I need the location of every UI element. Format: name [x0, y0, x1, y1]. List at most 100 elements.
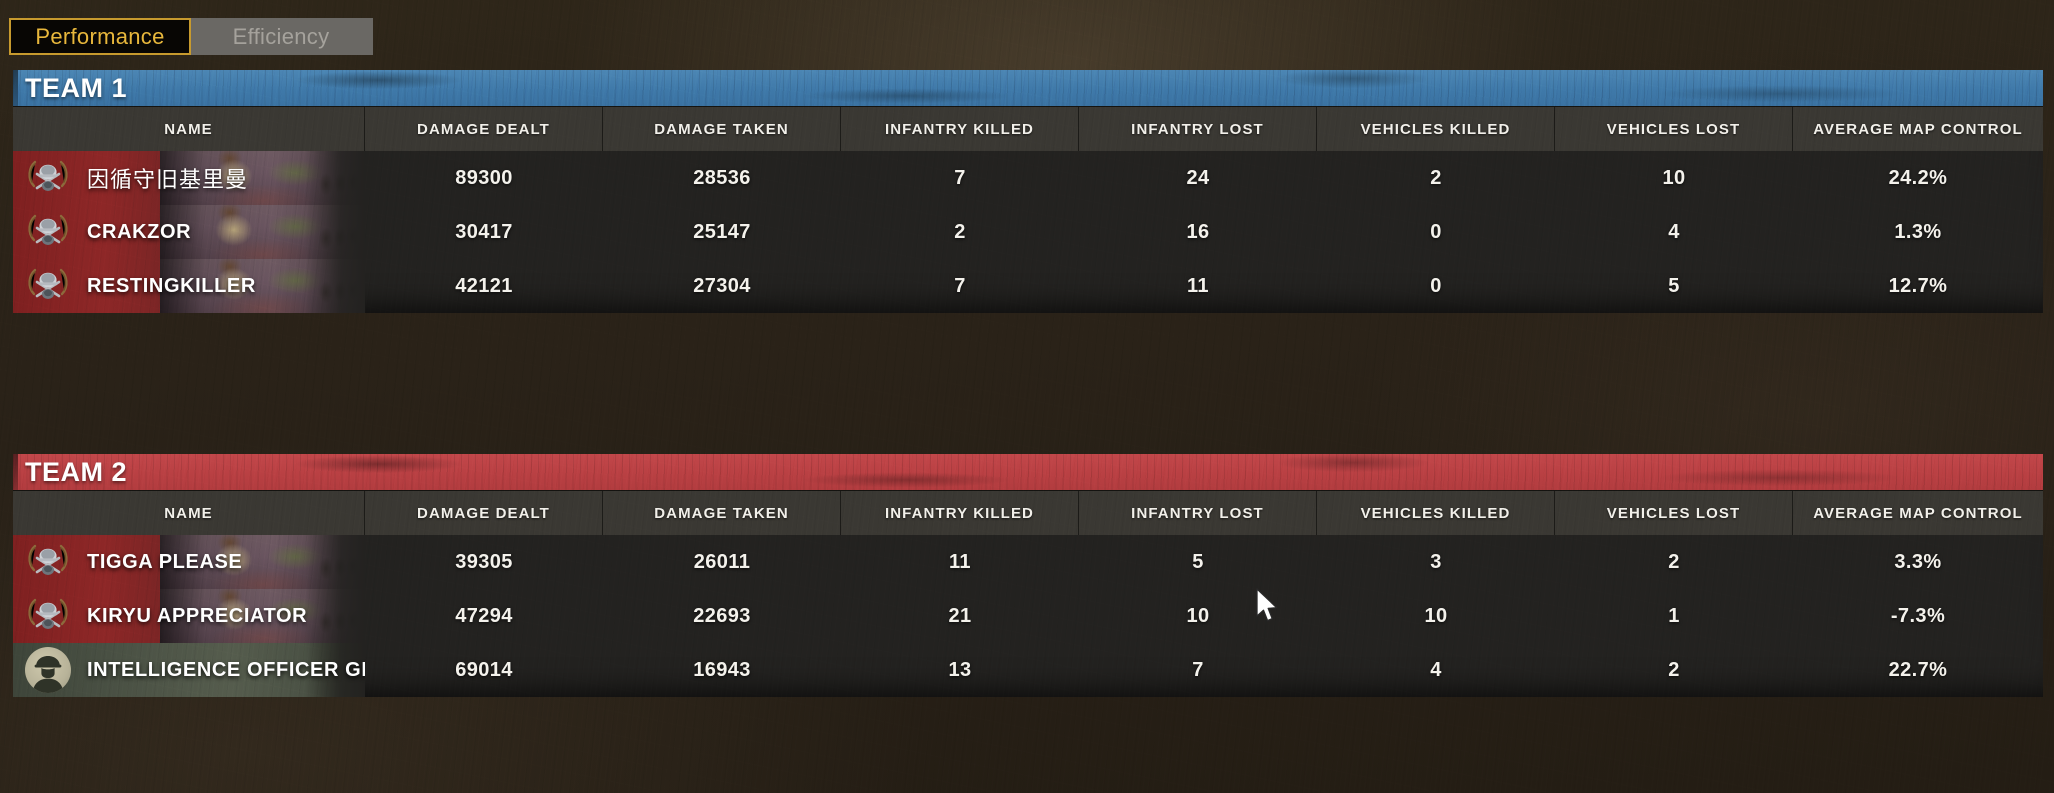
column-header-vehicles-lost[interactable]: VEHICLES LOST: [1555, 107, 1793, 151]
stat-average-map-control: -7.3%: [1890, 604, 1946, 627]
column-header-damage-dealt[interactable]: DAMAGE DEALT: [365, 107, 603, 151]
player-name: CRAKZOR: [87, 220, 192, 243]
player-name-cell[interactable]: KIRYU APPRECIATOR: [13, 589, 365, 643]
stat-damage-dealt: 39305: [455, 550, 513, 573]
rank-insignia-icon: [25, 209, 71, 255]
player-name-cell[interactable]: 因循守旧基里曼: [13, 151, 365, 205]
team-2-title: TEAM 2: [25, 456, 128, 487]
team-1-title: TEAM 1: [25, 72, 128, 103]
stat-average-map-control: 24.2%: [1888, 166, 1948, 189]
column-header-average-map-control[interactable]: AVERAGE MAP CONTROL: [1793, 107, 2043, 151]
column-header-vehicles-killed[interactable]: VEHICLES KILLED: [1317, 491, 1555, 535]
column-header-vehicles-killed[interactable]: VEHICLES KILLED: [1317, 107, 1555, 151]
column-header-vehicles-lost[interactable]: VEHICLES LOST: [1555, 491, 1793, 535]
player-name-cell[interactable]: TIGGA PLEASE: [13, 535, 365, 589]
table-row[interactable]: 因循守旧基里曼 89300 28536 7 24 2 10 24.2%: [13, 151, 2043, 205]
stat-vehicles-killed: 2: [1430, 166, 1442, 189]
stat-vehicles-lost: 2: [1668, 550, 1680, 573]
stat-infantry-killed: 7: [954, 166, 966, 189]
stat-damage-taken: 28536: [693, 166, 751, 189]
column-header-damage-taken[interactable]: DAMAGE TAKEN: [603, 491, 841, 535]
stat-damage-dealt: 89300: [455, 166, 513, 189]
stat-vehicles-lost: 2: [1668, 658, 1680, 681]
team-2-banner: TEAM 2: [13, 454, 2043, 490]
tab-efficiency-label: Efficiency: [232, 23, 330, 49]
team-1-section: TEAM 1 NAME DAMAGE DEALT DAMAGE TAKEN INFAN…: [0, 70, 2054, 313]
column-header-infantry-lost[interactable]: INFANTRY LOST: [1079, 491, 1317, 535]
table-row[interactable]: CRAKZOR 30417 25147 2 16 0 4 1.3%: [13, 205, 2043, 259]
stat-infantry-killed: 7: [954, 274, 966, 297]
stat-vehicles-lost: 5: [1668, 274, 1680, 297]
stat-infantry-lost: 10: [1186, 604, 1210, 627]
team-2-section: TEAM 2 NAME DAMAGE DEALT DAMAGE TAKEN INFAN…: [0, 454, 2054, 697]
stat-vehicles-lost: 4: [1668, 220, 1680, 243]
stat-average-map-control: 12.7%: [1888, 274, 1948, 297]
team-1-rows: 因循守旧基里曼 89300 28536 7 24 2 10 24.2% CRAKZOR 3041…: [13, 151, 2043, 313]
tab-performance-label: Performance: [35, 23, 165, 49]
stat-damage-taken: 25147: [693, 220, 751, 243]
stat-damage-taken: 16943: [693, 658, 751, 681]
column-header-name[interactable]: NAME: [13, 107, 365, 151]
stat-infantry-lost: 5: [1192, 550, 1204, 573]
stat-vehicles-killed: 3: [1430, 550, 1442, 573]
stat-infantry-lost: 7: [1192, 658, 1204, 681]
plate-fade: [305, 535, 365, 589]
soldier-avatar-icon: [25, 647, 71, 693]
plate-fade: [305, 205, 365, 259]
rank-insignia-icon: [25, 263, 71, 309]
stat-damage-taken: 22693: [693, 604, 751, 627]
table-row[interactable]: TIGGA PLEASE 39305 26011 11 5 3 2 3.3%: [13, 535, 2043, 589]
stat-infantry-lost: 11: [1187, 274, 1209, 297]
stat-average-map-control: 1.3%: [1894, 220, 1942, 243]
stat-infantry-killed: 2: [954, 220, 966, 243]
scoreboard-screen: Performance Efficiency TEAM 1 NAME DAMAGE…: [0, 0, 2054, 793]
stat-vehicles-lost: 1: [1668, 604, 1680, 627]
player-name: KIRYU APPRECIATOR: [87, 604, 308, 627]
rank-insignia-icon: [25, 155, 71, 201]
team-2-header-row: NAME DAMAGE DEALT DAMAGE TAKEN INFANTRY KIL…: [13, 490, 2043, 535]
stat-vehicles-killed: 0: [1430, 220, 1442, 243]
stat-damage-dealt: 47294: [455, 604, 513, 627]
stat-damage-taken: 26011: [693, 550, 751, 573]
player-name-cell[interactable]: INTELLIGENCE OFFICER GRUG: [13, 643, 365, 697]
player-name-cell[interactable]: RESTINGKILLER: [13, 259, 365, 313]
stat-infantry-killed: 21: [948, 604, 972, 627]
rank-insignia-icon: [25, 593, 71, 639]
stat-damage-dealt: 69014: [455, 658, 513, 681]
tab-efficiency[interactable]: Efficiency: [191, 18, 373, 55]
plate-fade: [305, 151, 365, 205]
player-name: 因循守旧基里曼: [87, 167, 249, 192]
player-name-cell[interactable]: CRAKZOR: [13, 205, 365, 259]
stat-vehicles-lost: 10: [1662, 166, 1686, 189]
rank-insignia-icon: [25, 539, 71, 585]
column-header-average-map-control[interactable]: AVERAGE MAP CONTROL: [1793, 491, 2043, 535]
stat-infantry-lost: 24: [1186, 166, 1210, 189]
stat-damage-dealt: 30417: [455, 220, 513, 243]
column-header-damage-taken[interactable]: DAMAGE TAKEN: [603, 107, 841, 151]
stat-damage-dealt: 42121: [455, 274, 513, 297]
column-header-infantry-lost[interactable]: INFANTRY LOST: [1079, 107, 1317, 151]
stat-infantry-lost: 16: [1186, 220, 1210, 243]
player-name: RESTINGKILLER: [87, 274, 256, 297]
stat-vehicles-killed: 10: [1424, 604, 1448, 627]
stat-damage-taken: 27304: [693, 274, 751, 297]
table-row[interactable]: INTELLIGENCE OFFICER GRUG 69014 16943 13 7 4 2…: [13, 643, 2043, 697]
plate-fade: [305, 259, 365, 313]
stat-average-map-control: 22.7%: [1888, 658, 1948, 681]
plate-fade: [305, 589, 365, 643]
table-row[interactable]: KIRYU APPRECIATOR 47294 22693 21 10 10 1 -7.3%: [13, 589, 2043, 643]
team-2-rows: TIGGA PLEASE 39305 26011 11 5 3 2 3.3% KIRYU AP…: [13, 535, 2043, 697]
stat-infantry-killed: 11: [949, 550, 971, 573]
team-1-banner: TEAM 1: [13, 70, 2043, 106]
stat-average-map-control: 3.3%: [1894, 550, 1942, 573]
tab-performance[interactable]: Performance: [9, 18, 191, 55]
stat-infantry-killed: 13: [948, 658, 972, 681]
table-row[interactable]: RESTINGKILLER 42121 27304 7 11 0 5 12.7%: [13, 259, 2043, 313]
column-header-infantry-killed[interactable]: INFANTRY KILLED: [841, 491, 1079, 535]
stat-vehicles-killed: 4: [1430, 658, 1442, 681]
stat-vehicles-killed: 0: [1430, 274, 1442, 297]
column-header-name[interactable]: NAME: [13, 491, 365, 535]
team-1-header-row: NAME DAMAGE DEALT DAMAGE TAKEN INFANTRY KIL…: [13, 106, 2043, 151]
column-header-damage-dealt[interactable]: DAMAGE DEALT: [365, 491, 603, 535]
column-header-infantry-killed[interactable]: INFANTRY KILLED: [841, 107, 1079, 151]
